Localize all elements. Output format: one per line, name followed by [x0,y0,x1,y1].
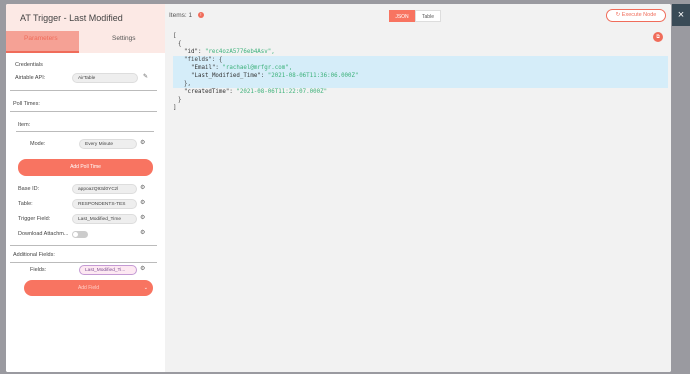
tab-bar: Parameters Settings [6,31,165,53]
json-line: } [178,97,182,103]
table-input[interactable]: RESPONDENTS-TES [72,199,137,209]
gear-icon[interactable]: ⚙ [140,229,145,236]
divider [10,90,157,91]
json-key: "Email": [191,65,223,71]
mode-label: Mode: [30,141,46,147]
poll-times-heading: Poll Times: [13,101,40,107]
fields-label: Fields: [30,267,47,273]
additional-fields-heading: Additional Fields: [13,252,55,258]
download-attachments-toggle[interactable] [72,231,88,238]
close-icon[interactable]: × [672,4,690,26]
add-poll-time-button[interactable]: Add Poll Time [18,159,153,176]
json-value: "2021-08-06T11:36:06.000Z" [267,73,359,79]
chevron-down-icon: ⌄ [143,285,148,291]
panel-header: AT Trigger - Last Modified Parameters Se… [6,4,165,53]
json-line: "id": "rec4ozA5776eb4Asv", [173,48,668,56]
trigger-field-label: Trigger Field: [18,216,51,222]
json-line-highlighted: "Email": "rachael@mrfgr.com", [173,64,668,72]
credentials-heading: Credentials [15,62,43,68]
divider [10,111,157,112]
execute-node-button[interactable]: ↻ Execute Node [606,9,666,22]
add-field-label: Add Field [77,285,100,291]
json-line-highlighted: "fields": { [173,56,668,64]
json-output: [ { "id": "rec4ozA5776eb4Asv", "fields":… [173,32,668,112]
json-line: ] [173,105,177,111]
download-attachments-label: Download Attachm... [18,231,69,237]
trigger-field-input[interactable]: Last_Modified_Time [72,214,137,224]
poll-item-heading: Item: [18,122,31,128]
json-line-highlighted: }, [173,80,668,88]
node-title[interactable]: AT Trigger - Last Modified [20,13,123,23]
json-line-highlighted: "Last_Modified_Time": "2021-08-06T11:36:… [173,72,668,80]
json-line: [ [173,33,177,39]
warning-icon: ! [197,12,204,19]
json-value: "rec4ozA5776eb4Asv", [204,49,275,55]
json-line: "createdTime": "2021-08-06T11:22:07.000Z… [173,88,668,96]
gear-icon[interactable]: ⚙ [140,199,145,206]
json-key: "Last_Modified_Time": [191,73,268,79]
refresh-icon: ↻ [615,12,621,18]
tab-parameters[interactable]: Parameters [24,35,58,42]
json-view-button[interactable]: JSON [389,10,415,22]
base-id-label: Base ID: [18,186,40,192]
divider [10,245,157,246]
fields-multiselect[interactable]: Last_Modified_Ti... [79,265,137,275]
table-view-button[interactable]: Table [415,10,441,22]
gear-icon[interactable]: ⚙ [140,184,145,191]
base-id-input[interactable]: appoazQ93d0YCzl [72,184,137,194]
execute-node-label: Execute Node [621,12,657,18]
items-label: Items: 1 [169,12,193,19]
items-count: Items: 1 ! [169,12,204,19]
active-tab-underline [6,51,79,53]
json-line: { [178,41,182,47]
output-panel: Items: 1 ! JSON Table ↻ Execute Node ⧉ [… [165,4,671,372]
parameters-panel: AT Trigger - Last Modified Parameters Se… [6,4,165,372]
edit-pencil-icon[interactable]: ✎ [143,73,148,80]
airtable-api-select[interactable]: AirTable [72,73,138,83]
node-dialog: AT Trigger - Last Modified Parameters Se… [6,4,671,372]
divider [16,131,154,132]
view-toggle: JSON Table [389,10,441,22]
gear-icon[interactable]: ⚙ [140,265,145,272]
divider [10,262,157,263]
json-value: "2021-08-06T11:22:07.000Z" [236,89,328,95]
gear-icon[interactable]: ⚙ [140,214,145,221]
table-label: Table: [18,201,33,207]
json-key: "createdTime": [184,89,237,95]
json-key: "id": [184,49,205,55]
tab-settings[interactable]: Settings [112,35,136,42]
gear-icon[interactable]: ⚙ [140,139,145,146]
add-field-button[interactable]: Add Field ⌄ [24,280,153,296]
json-value: "rachael@mrfgr.com", [222,65,293,71]
mode-select[interactable]: Every Minute [79,139,137,149]
airtable-api-label: Airtable API: [15,75,46,81]
